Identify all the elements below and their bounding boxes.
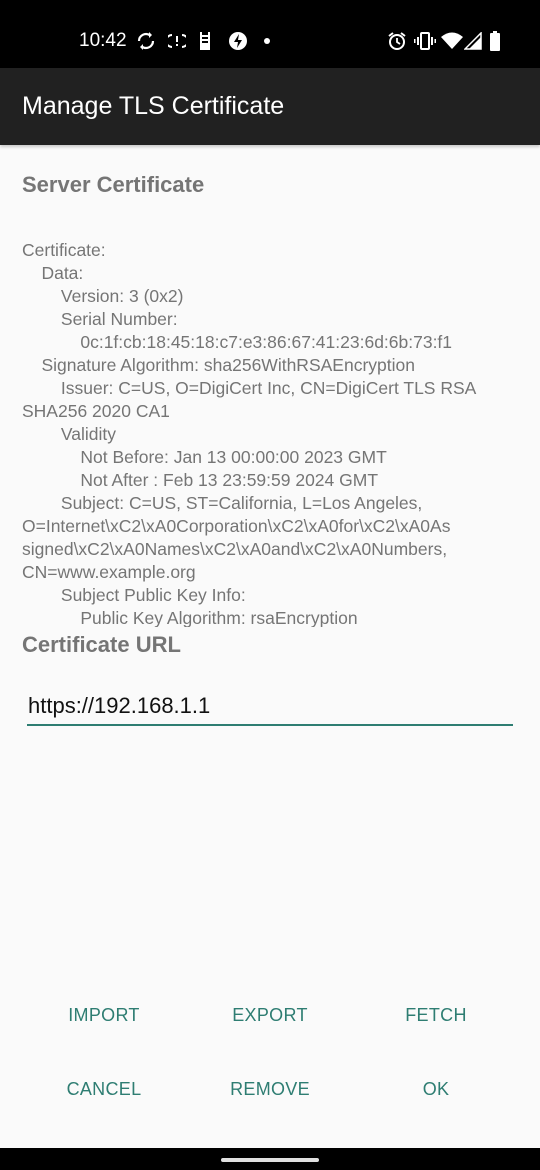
ok-button[interactable]: OK [361, 1069, 511, 1109]
battery-icon [489, 30, 501, 52]
vibrate-icon [414, 30, 436, 52]
remove-button[interactable]: REMOVE [195, 1069, 345, 1109]
sync-icon [135, 30, 157, 52]
certificate-line: Public Key Algorithm: rsaEncryption [22, 608, 358, 627]
wifi-icon [441, 30, 463, 52]
certificate-line: Data: [22, 263, 84, 283]
certificate-line: O=Internet\xC2\xA0Corporation\xC2\xA0for… [22, 516, 451, 536]
certificate-line: Issuer: C=US, O=DigiCert Inc, CN=DigiCer… [22, 378, 477, 398]
certificate-line: Subject Public Key Info: [22, 585, 246, 605]
certificate-line: Signature Algorithm: sha256WithRSAEncryp… [22, 355, 415, 375]
signal-icon [464, 30, 482, 52]
app-bar: Manage TLS Certificate [0, 68, 540, 145]
certificate-line: Version: 3 (0x2) [22, 286, 184, 306]
bolt-icon [228, 30, 248, 52]
fetch-button[interactable]: FETCH [361, 995, 511, 1035]
certificate-line: CN=www.example.org [22, 562, 196, 582]
alarm-icon [387, 30, 407, 52]
cancel-button[interactable]: CANCEL [29, 1069, 179, 1109]
app-title: Manage TLS Certificate [22, 92, 285, 120]
certificate-line: Not After : Feb 13 23:59:59 2024 GMT [22, 470, 379, 490]
dot-icon [263, 30, 271, 52]
sim-card-icon [198, 30, 212, 52]
certificate-line: Certificate: [22, 240, 106, 260]
status-time: 10:42 [79, 30, 127, 51]
certificate-line: Not Before: Jan 13 00:00:00 2023 GMT [22, 447, 387, 467]
certificate-line: Subject: C=US, ST=California, L=Los Ange… [22, 493, 423, 513]
home-gesture-handle[interactable] [221, 1158, 319, 1162]
server-certificate-title: Server Certificate [22, 172, 205, 197]
certificate-line: 0c:1f:cb:18:45:18:c7:e3:86:67:41:23:6d:6… [22, 332, 453, 352]
navigation-bar [0, 1148, 540, 1170]
export-button[interactable]: EXPORT [195, 995, 345, 1035]
certificate-line: Validity [22, 424, 117, 444]
certificate-url-title: Certificate URL [22, 632, 181, 657]
certificate-line: Serial Number: [22, 309, 178, 329]
certificate-line: SHA256 2020 CA1 [22, 401, 170, 421]
certificate-line: signed\xC2\xA0Names\xC2\xA0and\xC2\xA0Nu… [22, 539, 448, 559]
certificate-url-input[interactable] [27, 688, 513, 726]
import-button[interactable]: IMPORT [29, 995, 179, 1035]
status-bar: 10:42 [0, 0, 540, 68]
certificate-details-text[interactable]: Certificate: Data: Version: 3 (0x2) Seri… [22, 239, 518, 627]
data-saver-icon [168, 30, 186, 52]
